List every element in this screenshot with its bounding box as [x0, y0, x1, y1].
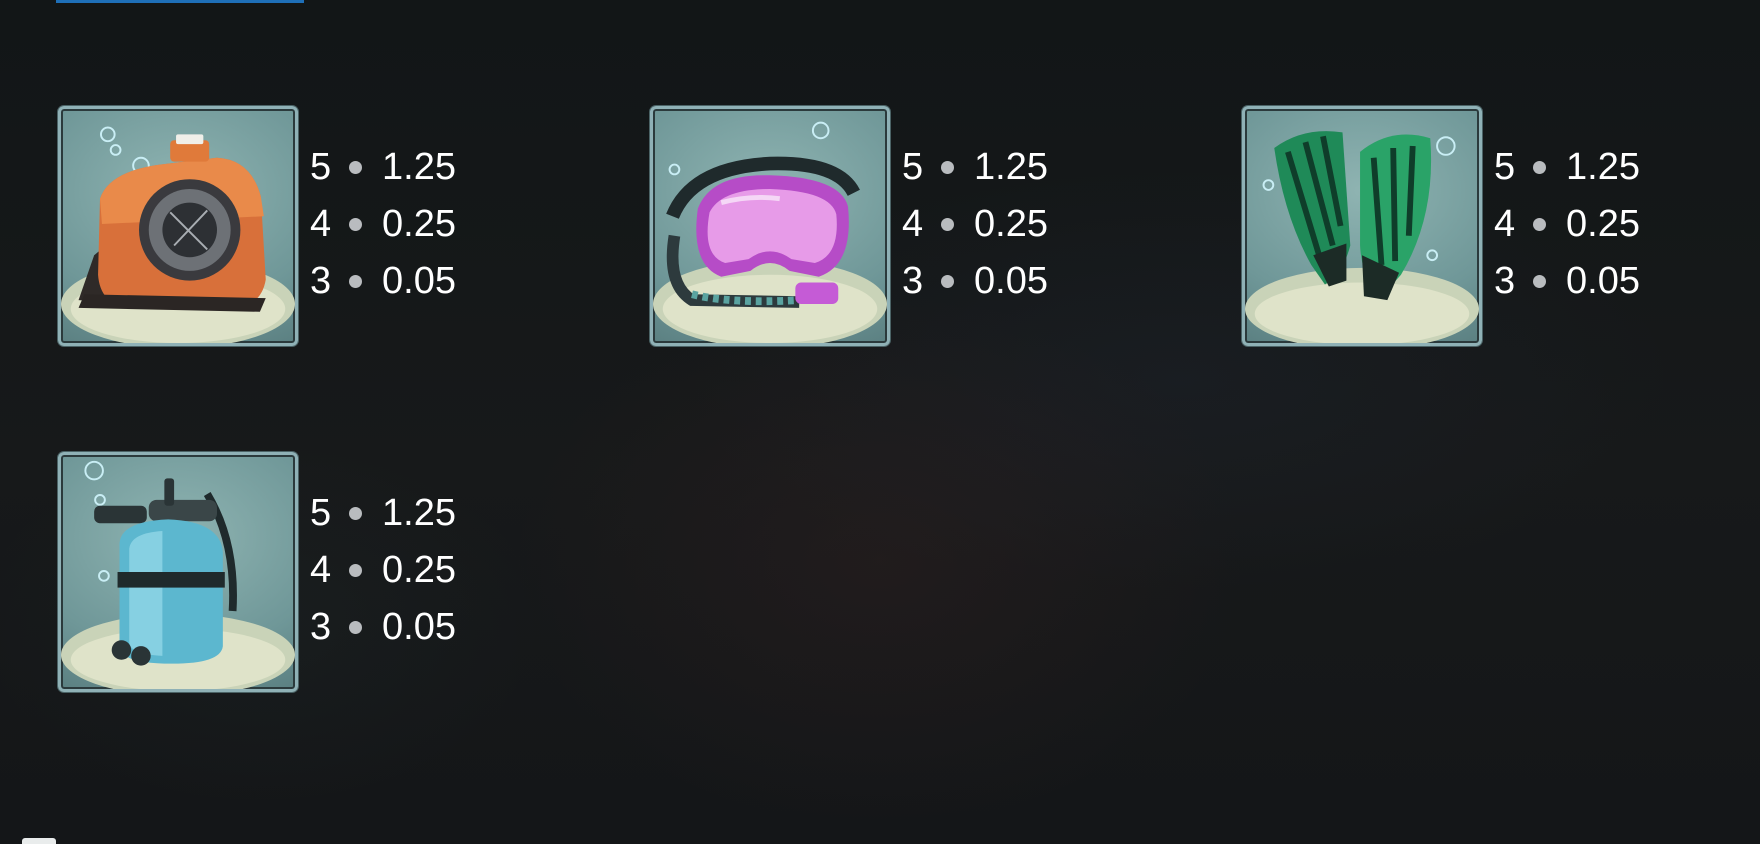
pay-row: 5 1.25 [310, 145, 456, 188]
symbol-entry-tank: 5 1.25 4 0.25 3 0.05 [58, 452, 456, 692]
symbol-entry-flippers: 5 1.25 4 0.25 3 0.05 [1242, 106, 1640, 346]
pay-row: 4 0.25 [1494, 202, 1640, 245]
bullet-dot [349, 506, 362, 520]
payout-value: 0.25 [974, 202, 1048, 245]
symbol-tile-camera [58, 106, 298, 346]
symbol-tile-mask [650, 106, 890, 346]
bullet-dot [1533, 274, 1546, 288]
bullet-dot [1533, 217, 1546, 231]
match-count: 4 [310, 548, 332, 591]
bullet-dot [941, 274, 954, 288]
bullet-dot [349, 620, 362, 634]
payout-value: 1.25 [974, 145, 1048, 188]
bullet-dot [349, 217, 362, 231]
pay-row: 4 0.25 [310, 202, 456, 245]
pay-row: 5 1.25 [310, 491, 456, 534]
payout-value: 0.25 [1566, 202, 1640, 245]
pay-row: 3 0.05 [310, 605, 456, 648]
bullet-dot [349, 563, 362, 577]
paytable-mask: 5 1.25 4 0.25 3 0.05 [902, 145, 1048, 302]
payout-value: 0.05 [1566, 259, 1640, 302]
bullet-dot [349, 160, 362, 174]
paytable-screen: 5 1.25 4 0.25 3 0.05 5 1.25 4 0.25 3 0.0… [0, 0, 1760, 844]
symbol-tile-flippers [1242, 106, 1482, 346]
match-count: 3 [1494, 259, 1516, 302]
underwater-camera-icon [61, 126, 295, 343]
match-count: 3 [310, 259, 332, 302]
payout-value: 0.05 [382, 259, 456, 302]
paytable-tank: 5 1.25 4 0.25 3 0.05 [310, 491, 456, 648]
bullet-dot [349, 274, 362, 288]
payout-value: 0.05 [382, 605, 456, 648]
symbol-tile-tank [58, 452, 298, 692]
symbol-entry-camera: 5 1.25 4 0.25 3 0.05 [58, 106, 456, 346]
bullet-dot [941, 160, 954, 174]
top-accent-bar [56, 0, 304, 3]
match-count: 3 [310, 605, 332, 648]
pay-row: 3 0.05 [1494, 259, 1640, 302]
match-count: 5 [310, 145, 332, 188]
match-count: 3 [902, 259, 924, 302]
match-count: 5 [310, 491, 332, 534]
match-count: 4 [902, 202, 924, 245]
bullet-dot [1533, 160, 1546, 174]
match-count: 4 [310, 202, 332, 245]
pay-row: 5 1.25 [1494, 145, 1640, 188]
symbol-entry-mask: 5 1.25 4 0.25 3 0.05 [650, 106, 1048, 346]
bullet-dot [941, 217, 954, 231]
corner-tab [22, 838, 56, 844]
pay-row: 3 0.05 [310, 259, 456, 302]
match-count: 4 [1494, 202, 1516, 245]
match-count: 5 [902, 145, 924, 188]
payout-value: 1.25 [382, 491, 456, 534]
match-count: 5 [1494, 145, 1516, 188]
pay-row: 4 0.25 [902, 202, 1048, 245]
diving-mask-icon [653, 121, 887, 343]
payout-value: 0.25 [382, 548, 456, 591]
payout-value: 0.25 [382, 202, 456, 245]
oxygen-tank-icon [61, 460, 295, 689]
payout-value: 0.05 [974, 259, 1048, 302]
paytable-camera: 5 1.25 4 0.25 3 0.05 [310, 145, 456, 302]
payout-value: 1.25 [382, 145, 456, 188]
pay-row: 4 0.25 [310, 548, 456, 591]
pay-row: 3 0.05 [902, 259, 1048, 302]
flippers-icon [1245, 131, 1479, 343]
payout-value: 1.25 [1566, 145, 1640, 188]
pay-row: 5 1.25 [902, 145, 1048, 188]
paytable-flippers: 5 1.25 4 0.25 3 0.05 [1494, 145, 1640, 302]
